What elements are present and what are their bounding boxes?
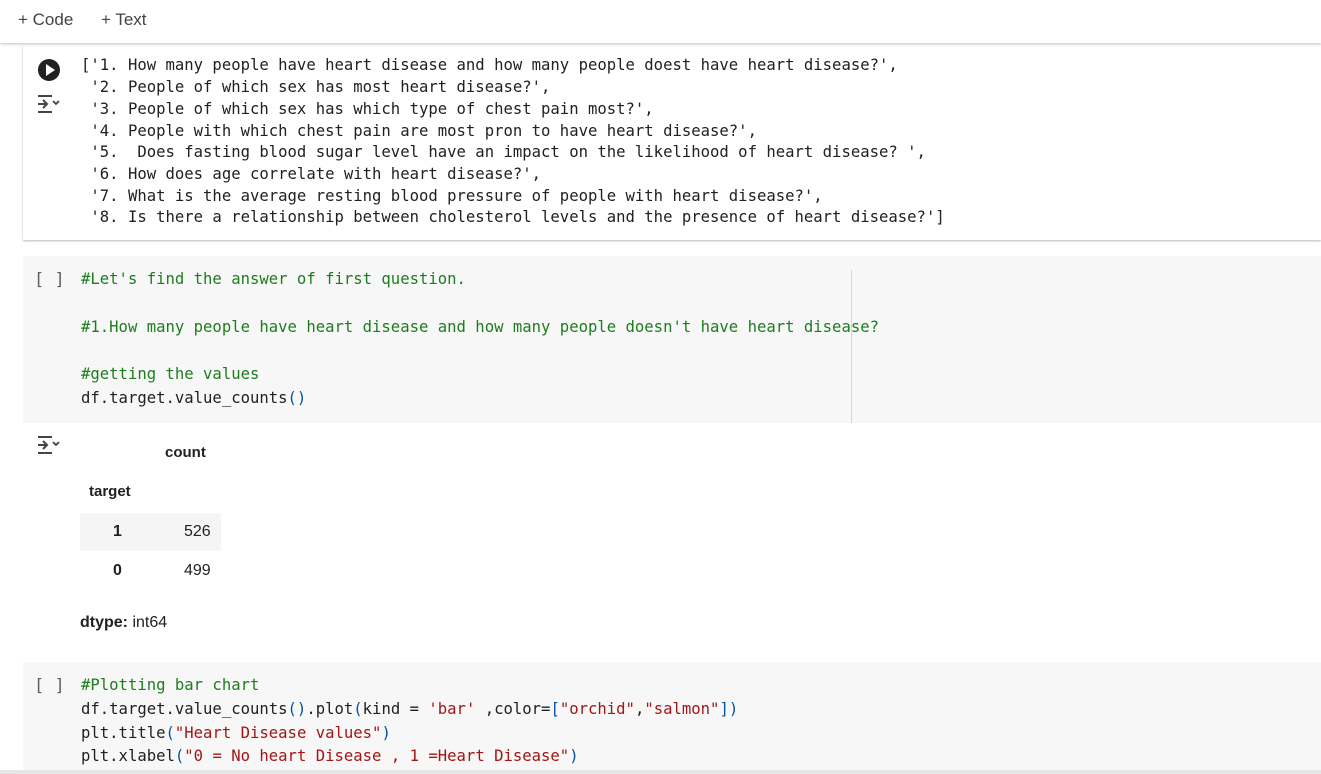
column-header-count: count xyxy=(165,444,206,461)
code-comment: #Let's find the answer of first question… xyxy=(81,270,466,288)
code-statement: df.target.value_counts().plot(kind = 'ba… xyxy=(81,700,739,718)
output-line: ['1. How many people have heart disease … xyxy=(81,56,898,74)
output-line: '4. People with which chest pain are mos… xyxy=(81,122,757,140)
index-header-target: target xyxy=(89,483,131,500)
output-line: '3. People of which sex has which type o… xyxy=(81,100,654,118)
output-line: '7. What is the average resting blood pr… xyxy=(81,187,823,205)
code-statement: plt.xlabel("0 = No heart Disease , 1 =He… xyxy=(81,747,579,765)
row-value: 526 xyxy=(184,523,211,540)
output-line: '8. Is there a relationship between chol… xyxy=(81,208,945,226)
row-label: 1 xyxy=(113,523,122,540)
output-toggle-icon[interactable] xyxy=(35,93,61,115)
add-code-button[interactable]: + Code xyxy=(18,10,73,30)
output-line: '2. People of which sex has most heart d… xyxy=(81,78,551,96)
code-statement: plt.title("Heart Disease values") xyxy=(81,724,391,742)
output-line: '5. Does fasting blood sugar level have … xyxy=(81,143,926,161)
run-cell-button[interactable] xyxy=(38,59,60,81)
code-statement: df.target.value_counts() xyxy=(81,389,307,407)
code-comment: #1.How many people have heart disease an… xyxy=(81,318,879,336)
notebook-toolbar: + Code + Text xyxy=(0,0,1321,43)
add-text-button[interactable]: + Text xyxy=(101,10,147,30)
code-comment: #Plotting bar chart xyxy=(81,676,260,694)
code-comment: #getting the values xyxy=(81,365,260,383)
output-toggle-icon[interactable] xyxy=(35,434,61,456)
output-line: '6. How does age correlate with heart di… xyxy=(81,165,542,183)
cell-run-indicator[interactable]: [ ] xyxy=(34,676,65,696)
line-length-ruler xyxy=(851,270,852,423)
row-value: 499 xyxy=(184,562,211,579)
dtype-line: dtype: int64 xyxy=(80,614,168,631)
row-label: 0 xyxy=(113,562,122,579)
horizontal-scrollbar[interactable] xyxy=(0,770,1321,774)
cell-run-indicator[interactable]: [ ] xyxy=(34,270,65,290)
